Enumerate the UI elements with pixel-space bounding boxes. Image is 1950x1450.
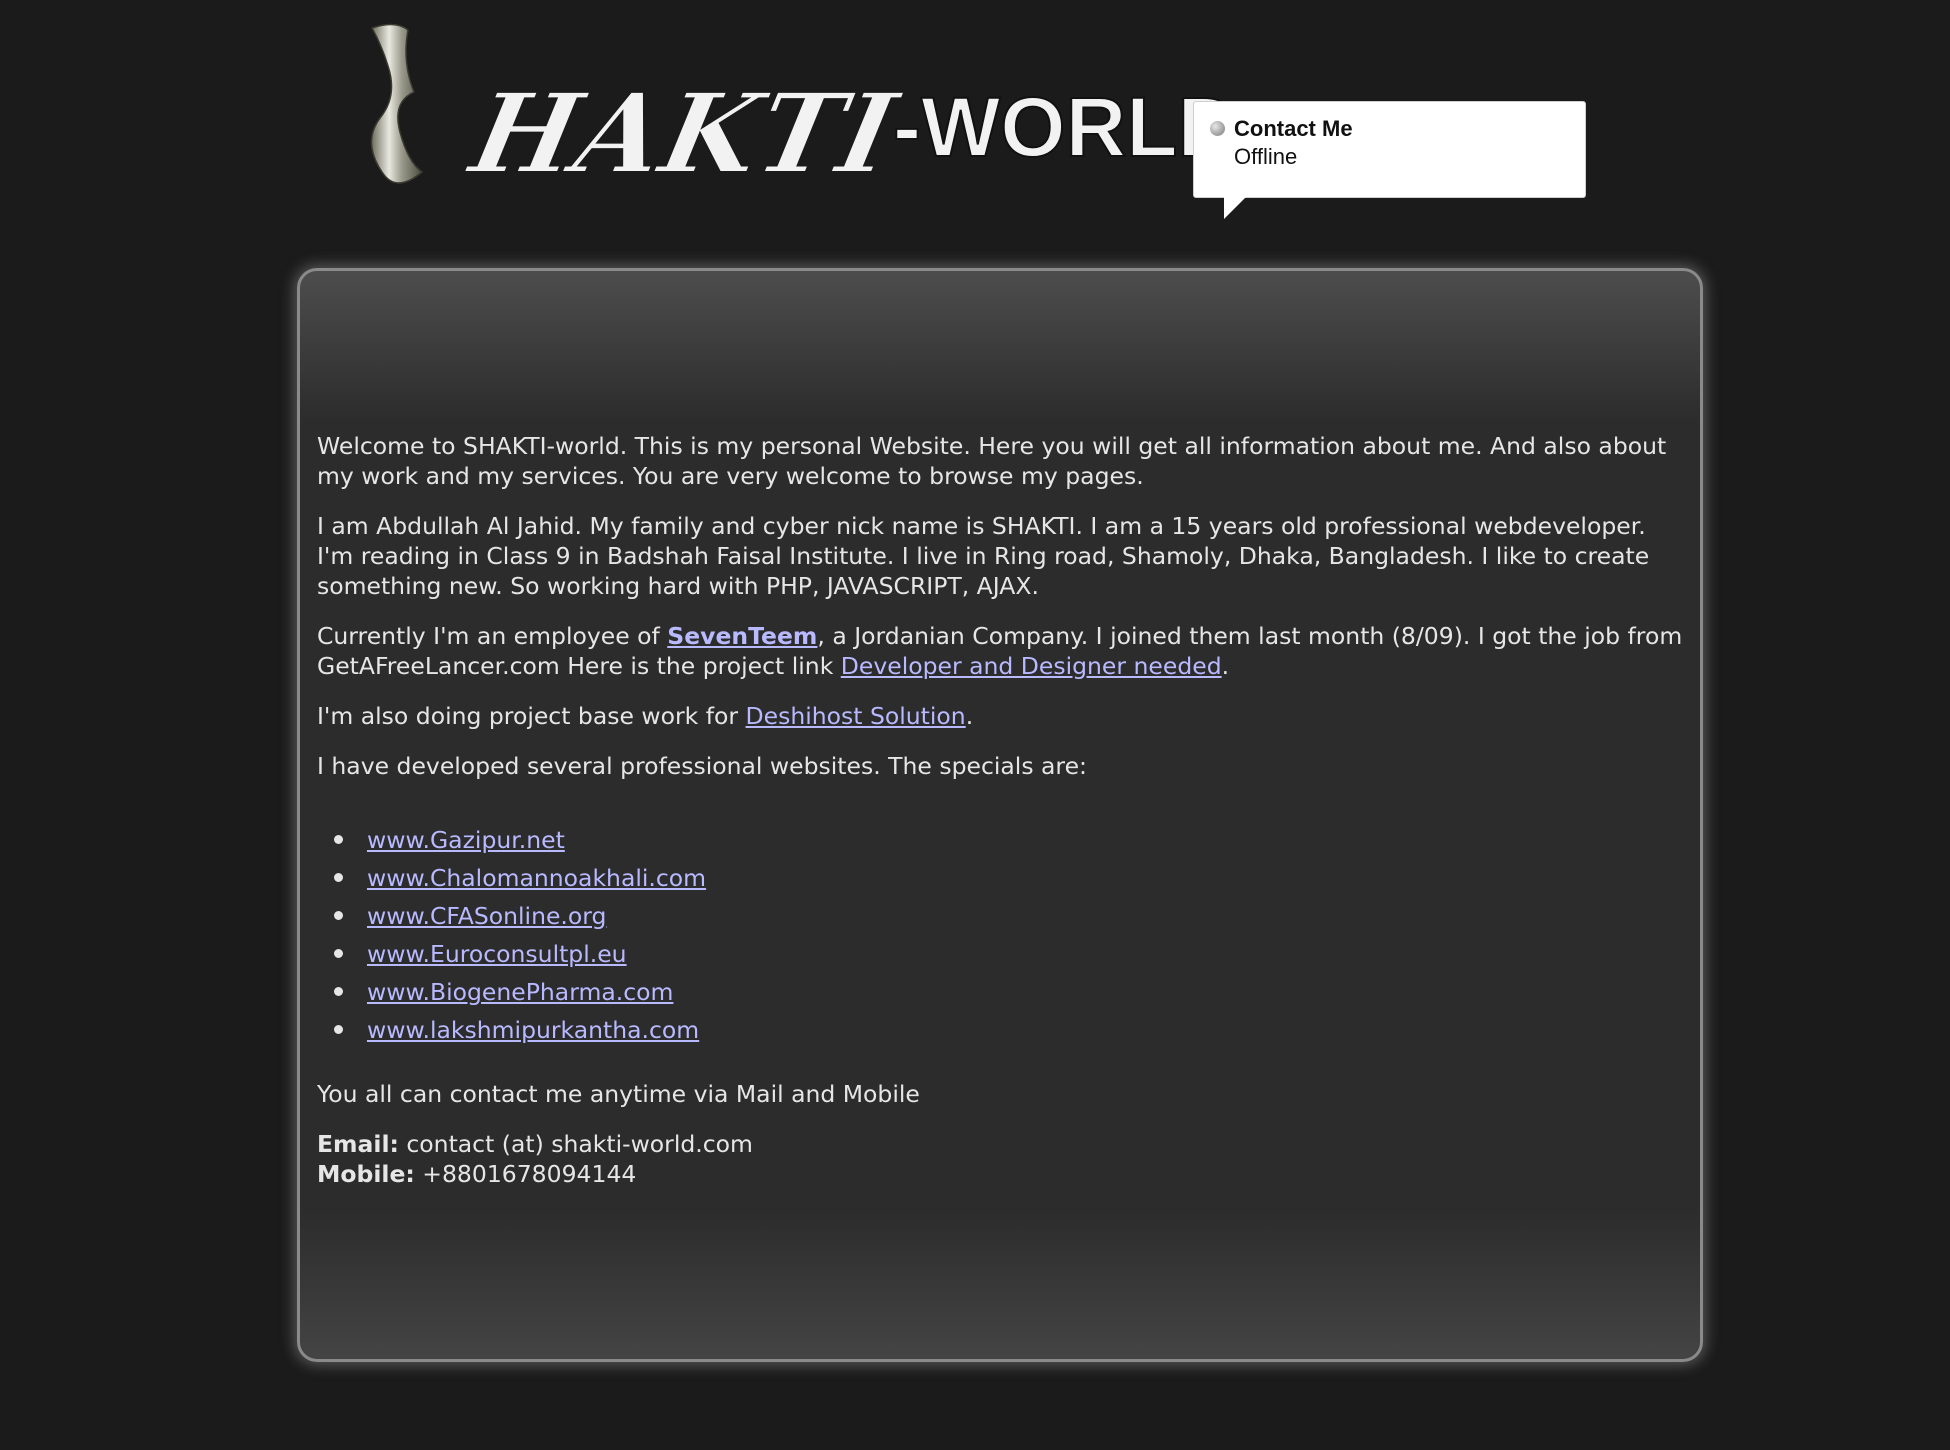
site-header: HAKTI -WORLD — [0, 0, 1950, 250]
deshihost-link[interactable]: Deshihost Solution — [746, 702, 966, 730]
logo-text-brush: HAKTI — [458, 70, 909, 199]
contact-title[interactable]: Contact Me — [1234, 116, 1353, 142]
list-item: www.Euroconsultpl.eu — [317, 935, 1689, 973]
email-label: Email: — [317, 1130, 399, 1158]
content-panel: Welcome to SHAKTI-world. This is my pers… — [297, 268, 1703, 1362]
contact-details: Email: contact (at) shakti-world.com Mob… — [317, 1129, 1689, 1189]
bubble-tail — [1224, 197, 1246, 219]
bullet-icon — [334, 911, 343, 920]
project-link[interactable]: Developer and Designer needed — [841, 652, 1222, 680]
email-value: contact (at) shakti-world.com — [398, 1130, 753, 1158]
contact-status-widget[interactable]: Contact Me Offline — [1193, 101, 1586, 198]
sites-intro: I have developed several professional we… — [317, 752, 1087, 780]
contact-status-text: Offline — [1234, 144, 1298, 169]
site-link-gazipur[interactable]: www.Gazipur.net — [367, 826, 565, 854]
seventeem-link[interactable]: SevenTeem — [667, 622, 817, 650]
bullet-icon — [334, 949, 343, 958]
site-link-lakshmipurkantha[interactable]: www.lakshmipurkantha.com — [367, 1016, 699, 1044]
project-work-paragraph: I'm also doing project base work for Des… — [317, 701, 1689, 731]
bullet-icon — [334, 835, 343, 844]
mobile-line: Mobile: +8801678094144 — [317, 1159, 1689, 1189]
employment-paragraph: Currently I'm an employee of SevenTeem, … — [317, 621, 1689, 681]
email-line: Email: contact (at) shakti-world.com — [317, 1129, 1689, 1159]
contact-intro: You all can contact me anytime via Mail … — [317, 1080, 920, 1108]
site-link-biogenepharma[interactable]: www.BiogenePharma.com — [367, 978, 673, 1006]
about-paragraph: I am Abdullah Al Jahid. My family and cy… — [317, 512, 1650, 600]
list-item: www.lakshmipurkantha.com — [317, 1011, 1689, 1049]
project-work-prefix: I'm also doing project base work for — [317, 702, 746, 730]
site-link-euroconsultpl[interactable]: www.Euroconsultpl.eu — [367, 940, 627, 968]
project-work-suffix: . — [965, 702, 974, 730]
mobile-label: Mobile: — [317, 1160, 415, 1188]
site-link-cfasonline[interactable]: www.CFASonline.org — [367, 902, 606, 930]
list-item: www.Gazipur.net — [317, 821, 1689, 859]
welcome-paragraph: Welcome to SHAKTI-world. This is my pers… — [317, 432, 1667, 490]
logo-text-world: -WORLD — [893, 80, 1238, 174]
employment-prefix: Currently I'm an employee of — [317, 622, 668, 650]
list-item: www.BiogenePharma.com — [317, 973, 1689, 1011]
status-dot-icon — [1210, 121, 1225, 136]
mobile-value: +8801678094144 — [414, 1160, 637, 1188]
bullet-icon — [334, 873, 343, 882]
bullet-icon — [334, 1025, 343, 1034]
bullet-icon — [334, 987, 343, 996]
site-logo[interactable]: HAKTI -WORLD — [457, 52, 1239, 202]
steel-s-icon — [362, 22, 432, 192]
sites-list: www.Gazipur.net www.Chalomannoakhali.com… — [317, 821, 1689, 1049]
site-link-chalomannoakhali[interactable]: www.Chalomannoakhali.com — [367, 864, 706, 892]
main-content: Welcome to SHAKTI-world. This is my pers… — [317, 431, 1689, 1189]
employment-suffix: . — [1221, 652, 1230, 680]
list-item: www.CFASonline.org — [317, 897, 1689, 935]
list-item: www.Chalomannoakhali.com — [317, 859, 1689, 897]
